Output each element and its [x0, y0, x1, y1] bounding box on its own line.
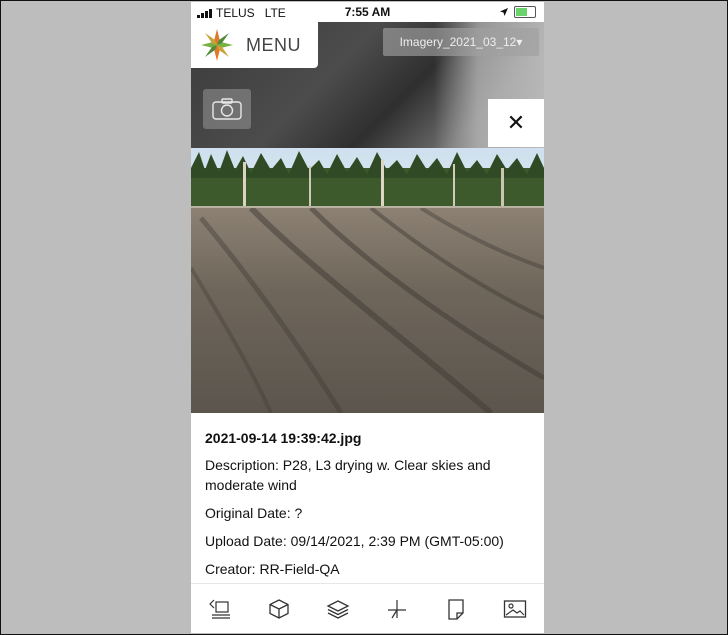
field-photo: [191, 148, 544, 413]
photo-upload-date: Upload Date: 09/14/2021, 2:39 PM (GMT-05…: [205, 533, 504, 549]
bottom-toolbar: [191, 583, 544, 633]
note-button[interactable]: [441, 594, 471, 624]
close-icon: ✕: [506, 110, 526, 135]
menu-button[interactable]: MENU: [191, 22, 318, 68]
photo-description: Description: P28, L3 drying w. Clear ski…: [205, 457, 491, 493]
image-icon: [503, 600, 526, 618]
measure-icon: [209, 599, 231, 619]
3d-view-button[interactable]: [264, 594, 294, 624]
camera-icon: [212, 98, 242, 120]
camera-button[interactable]: [203, 89, 251, 129]
status-right: [499, 6, 536, 18]
battery-icon: [514, 6, 536, 18]
close-button[interactable]: ✕: [488, 99, 544, 147]
phone-screen: TELUS LTE 7:55 AM MENU Imagery_2021_03_1…: [191, 2, 544, 633]
note-icon: [448, 599, 464, 620]
photo-creator: Creator: RR-Field-QA: [205, 561, 340, 577]
status-time: 7:55 AM: [344, 5, 391, 19]
cube-icon: [269, 599, 289, 619]
photo-filename: 2021-09-14 19:39:42.jpg: [205, 430, 362, 446]
gallery-button[interactable]: [500, 594, 530, 624]
star-compass-logo: [201, 29, 233, 61]
menu-label: MENU: [246, 34, 301, 55]
imagery-dropdown[interactable]: Imagery_2021_03_12▾: [383, 28, 539, 56]
crosshair-icon: [387, 600, 406, 619]
location-arrow-icon: [500, 8, 508, 16]
photo-original-date: Original Date: ?: [205, 505, 303, 521]
crosshair-button[interactable]: [382, 594, 412, 624]
layers-icon: [326, 600, 350, 619]
status-bar: TELUS LTE 7:55 AM: [191, 2, 544, 22]
measure-button[interactable]: [205, 594, 235, 624]
layers-button[interactable]: [323, 594, 353, 624]
photo-info-panel: 2021-09-14 19:39:42.jpg Description: P28…: [191, 413, 544, 583]
